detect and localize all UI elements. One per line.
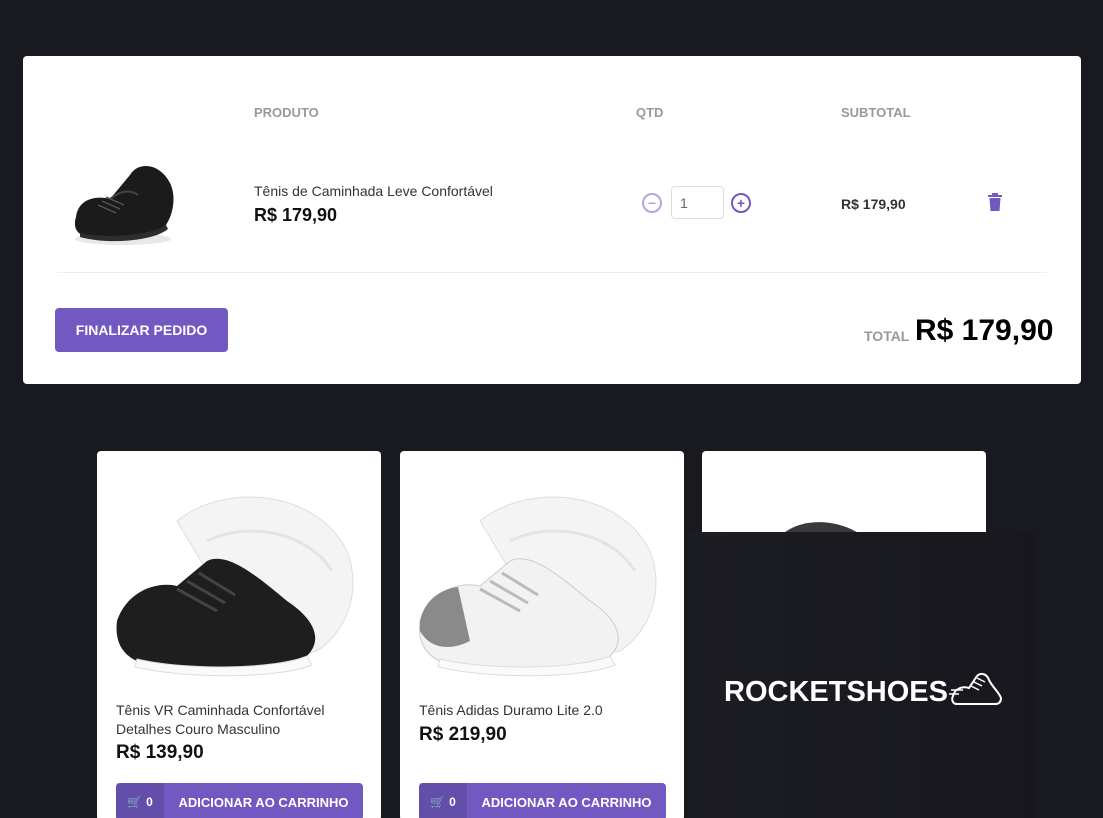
plus-icon: +: [736, 195, 746, 211]
product-card: Tênis VR Caminhada Confortável Detalhes …: [97, 451, 381, 818]
cart-item-image: [74, 165, 174, 245]
logo-text[interactable]: ROCKETSHOES: [724, 676, 948, 709]
quantity-input[interactable]: [671, 186, 724, 219]
product-name: Tênis VR Caminhada Confortável Detalhes …: [116, 702, 325, 737]
product-price: R$ 139,90: [116, 742, 204, 763]
header-qty: QTD: [636, 105, 664, 120]
delete-item-button[interactable]: [987, 193, 1003, 212]
cart-row-divider: [57, 272, 1047, 273]
cart-count: 🛒 0: [419, 783, 467, 818]
product-image: [419, 496, 657, 677]
minus-icon: −: [647, 195, 657, 211]
increment-quantity-button[interactable]: +: [731, 193, 751, 213]
header-subtotal: SUBTOTAL: [841, 105, 911, 120]
product-name: Tênis Adidas Duramo Lite 2.0: [419, 702, 603, 718]
add-to-cart-button[interactable]: 🛒 0 ADICIONAR AO CARRINHO: [116, 783, 363, 818]
header-product: PRODUTO: [254, 105, 319, 120]
total-label: TOTAL: [864, 328, 910, 344]
cart-icon: 🛒: [127, 795, 143, 809]
cart-item-name: Tênis de Caminhada Leve Confortável: [254, 183, 493, 199]
trash-icon: [988, 193, 1002, 211]
shoe-logo-icon: [949, 672, 1003, 705]
add-to-cart-label: ADICIONAR AO CARRINHO: [481, 794, 652, 810]
product-card: Tênis Adidas Duramo Lite 2.0 R$ 219,90 🛒…: [400, 451, 684, 818]
add-to-cart-button[interactable]: 🛒 0 ADICIONAR AO CARRINHO: [419, 783, 666, 818]
total-value: R$ 179,90: [915, 314, 1054, 347]
cart-count: 🛒 0: [116, 783, 164, 818]
decrement-quantity-button[interactable]: −: [642, 193, 662, 213]
product-price: R$ 219,90: [419, 724, 507, 745]
finish-order-button[interactable]: FINALIZAR PEDIDO: [55, 308, 228, 352]
product-image: [116, 496, 354, 677]
cart-item-price: R$ 179,90: [254, 205, 338, 225]
add-to-cart-label: ADICIONAR AO CARRINHO: [178, 794, 349, 810]
cart-item-subtotal: R$ 179,90: [841, 196, 906, 212]
cart-icon: 🛒: [430, 795, 446, 809]
